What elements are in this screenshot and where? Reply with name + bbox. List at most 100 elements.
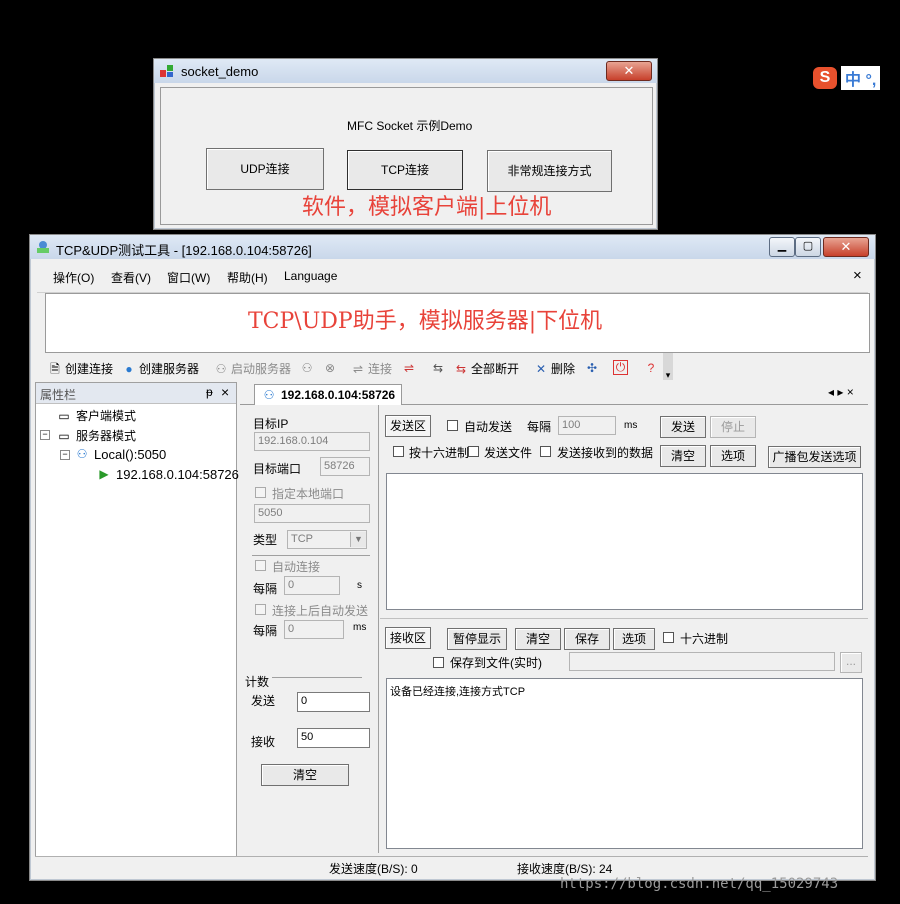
send-received-checkbox[interactable]: [540, 446, 551, 457]
menu-view[interactable]: 查看(V): [111, 269, 151, 286]
client-annotation: 软件，模拟客户端|上位机: [302, 195, 552, 220]
maximize-button[interactable]: ▢: [795, 237, 821, 257]
send-clear-button[interactable]: 清空: [660, 445, 706, 467]
local-port-field[interactable]: 5050: [254, 504, 370, 523]
close-button[interactable]: ✕: [823, 237, 869, 257]
window-title: TCP&UDP测试工具 - [192.168.0.104:58726]: [56, 243, 312, 258]
toolbar: 🗎 创建连接 ● 创建服务器 ⚇ 启动服务器 ⚇ ⊗ ⇌ 连接 ⇌ ⇆ ⇆ 全部断开 ✕ 删…: [37, 353, 673, 380]
menu-bar: 操作(O) 查看(V) 窗口(W) 帮助(H) Language ×: [37, 262, 868, 293]
pin-icon[interactable]: ᵽ: [206, 385, 213, 399]
start-server-button[interactable]: ⚇ 启动服务器: [213, 360, 291, 377]
interval2-field[interactable]: 0: [284, 620, 344, 639]
sidebar-close-icon[interactable]: ×: [221, 384, 229, 400]
divider: [252, 555, 370, 556]
menu-window[interactable]: 窗口(W): [167, 269, 210, 286]
computer-icon: ▭: [58, 428, 70, 443]
clear-count-button[interactable]: 清空: [261, 764, 349, 786]
menu-help[interactable]: 帮助(H): [227, 269, 268, 286]
collapse-icon[interactable]: −: [60, 450, 70, 460]
menu-language[interactable]: Language: [284, 269, 337, 283]
interval-unit-seconds: s: [357, 580, 362, 591]
auto-send-after-connect-label: 连接上后自动发送: [272, 604, 369, 618]
interval2-unit-ms: ms: [353, 622, 367, 633]
disconnect-icon[interactable]: ⇌: [401, 360, 417, 376]
send-interval-label: 每隔: [527, 420, 552, 434]
save-to-file-label: 保存到文件(实时): [450, 656, 542, 670]
udp-connect-button[interactable]: UDP连接: [206, 148, 324, 190]
recv-count-field[interactable]: 50: [297, 728, 370, 748]
tab-connection[interactable]: ⚇ 192.168.0.104:58726: [254, 384, 403, 405]
type-label: 类型: [253, 533, 278, 547]
save-file-path-field[interactable]: [569, 652, 835, 671]
browse-button[interactable]: ...: [840, 652, 862, 673]
collapse-icon[interactable]: −: [40, 430, 50, 440]
menu-close-icon[interactable]: ×: [853, 267, 862, 284]
send-button[interactable]: 发送: [660, 416, 706, 438]
tool-titlebar: TCP&UDP测试工具 - [192.168.0.104:58726] ▁ ▢ …: [30, 235, 875, 259]
save-to-file-checkbox[interactable]: [433, 657, 444, 668]
close-button[interactable]: ✕: [606, 61, 652, 81]
interval-field[interactable]: 0: [284, 576, 340, 595]
auto-send-checkbox[interactable]: [447, 420, 458, 431]
network-icon[interactable]: ⇆: [430, 360, 446, 376]
globe-icon: ●: [125, 361, 133, 376]
disconnect-all-button[interactable]: ⇆ 全部断开: [453, 360, 519, 377]
socket-demo-window: socket_demo ✕ MFC Socket 示例Demo UDP连接 TC…: [153, 58, 658, 230]
minimize-button[interactable]: ▁: [769, 237, 795, 257]
chevron-down-icon[interactable]: ▼: [350, 532, 366, 547]
auto-connect-checkbox[interactable]: [255, 560, 266, 571]
recv-clear-button[interactable]: 清空: [515, 628, 561, 650]
user-icon[interactable]: ⚇: [299, 360, 315, 376]
connect-button[interactable]: ⇌ 连接: [350, 360, 392, 377]
recv-content: 设备已经连接,连接方式TCP: [390, 686, 526, 698]
toolbar-overflow-icon[interactable]: ▾: [663, 353, 673, 380]
recv-speed: 接收速度(B/S): 24: [517, 862, 613, 876]
pause-display-button[interactable]: 暂停显示: [447, 628, 507, 650]
auto-send-after-connect-checkbox[interactable]: [255, 604, 266, 615]
recv-save-button[interactable]: 保存: [564, 628, 610, 650]
tree-item-server-mode[interactable]: ▭ 服务器模式: [56, 427, 136, 444]
sidebar-title: 属性栏: [40, 388, 77, 402]
tab-nav-icons[interactable]: ◂ ▸ ×: [828, 385, 854, 399]
delete-button[interactable]: ✕ 删除: [533, 360, 575, 377]
ime-indicator: S 中 °,: [813, 66, 881, 90]
tcp-connect-button[interactable]: TCP连接: [347, 150, 463, 190]
auto-connect-label: 自动连接: [272, 560, 321, 574]
delete-icon: ✕: [535, 361, 547, 376]
send-speed: 发送速度(B/S): 0: [329, 862, 418, 876]
send-textarea[interactable]: [386, 473, 863, 610]
shuffle-icon[interactable]: ✣: [584, 360, 600, 376]
tree-item-client-connection[interactable]: ▶ 192.168.0.104:58726: [96, 466, 239, 482]
help-icon[interactable]: ?: [643, 360, 659, 376]
recv-textarea[interactable]: 设备已经连接,连接方式TCP: [386, 678, 863, 849]
local-port-checkbox[interactable]: [255, 487, 266, 498]
disconnect-all-icon: ⇆: [455, 361, 467, 376]
recv-options-button[interactable]: 选项: [613, 628, 655, 650]
send-file-checkbox[interactable]: [468, 446, 479, 457]
recv-area-label: 接收区: [385, 627, 431, 649]
target-port-field[interactable]: 58726: [320, 457, 370, 476]
users-icon: ⚇: [76, 447, 88, 461]
send-hex-checkbox[interactable]: [393, 446, 404, 457]
recv-hex-checkbox[interactable]: [663, 632, 674, 643]
sogou-icon: S: [813, 67, 837, 89]
target-ip-field[interactable]: 192.168.0.104: [254, 432, 370, 451]
tree-item-local[interactable]: ⚇ Local():5050: [74, 446, 167, 462]
create-server-button[interactable]: ● 创建服务器: [121, 360, 199, 377]
create-connection-button[interactable]: 🗎 创建连接: [47, 360, 113, 377]
menu-operate[interactable]: 操作(O): [53, 269, 94, 286]
tree-item-client-mode[interactable]: ▭ 客户端模式: [56, 407, 136, 424]
interval2-label: 每隔: [253, 624, 278, 638]
send-interval-field[interactable]: 100: [558, 416, 616, 435]
send-interval-unit: ms: [624, 420, 638, 431]
broadcast-options-button[interactable]: 广播包发送选项: [768, 446, 861, 468]
send-options-button[interactable]: 选项: [710, 445, 756, 467]
stop-icon[interactable]: ⊗: [322, 360, 338, 376]
users-icon: ⚇: [215, 361, 227, 376]
unconventional-connect-button[interactable]: 非常规连接方式: [487, 150, 612, 192]
power-icon[interactable]: ⏻: [613, 360, 628, 375]
watermark: https://blog.csdn.net/qq_15029743: [560, 876, 839, 892]
stop-button[interactable]: 停止: [710, 416, 756, 438]
send-count-field[interactable]: 0: [297, 692, 370, 712]
recv-count-label: 接收: [251, 735, 276, 749]
